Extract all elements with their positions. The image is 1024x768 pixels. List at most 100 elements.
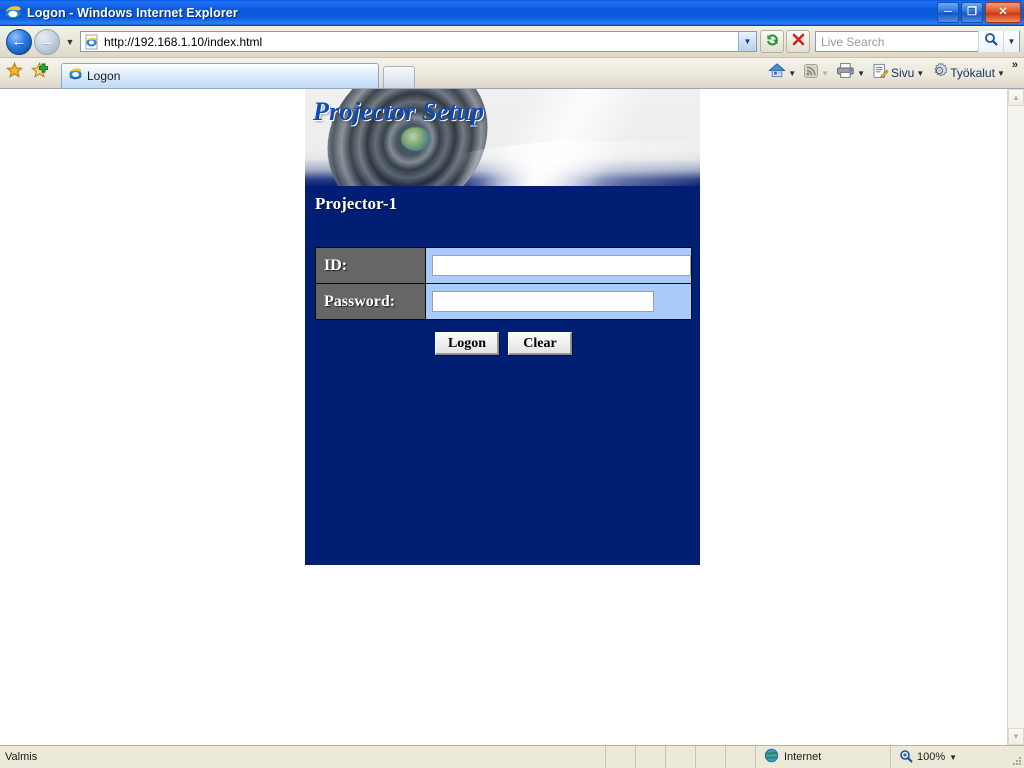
resize-grip[interactable] xyxy=(1010,746,1024,768)
minimize-button[interactable]: ─ xyxy=(937,2,959,23)
refresh-icon xyxy=(765,32,780,52)
status-text: Valmis xyxy=(5,751,38,763)
search-icon xyxy=(984,32,998,51)
minimize-icon: ─ xyxy=(944,6,952,18)
status-separator xyxy=(665,745,695,768)
printer-icon xyxy=(836,62,855,84)
home-icon xyxy=(768,62,786,84)
projector-setup-panel: Projector Setup Projector-1 ID: Password… xyxy=(305,89,700,565)
close-icon: ✕ xyxy=(998,6,1008,18)
vertical-scrollbar[interactable]: ▲ ▼ xyxy=(1007,89,1024,745)
tools-dropdown-icon[interactable]: ▼ xyxy=(997,69,1005,78)
toolbar-overflow-button[interactable]: » xyxy=(1012,59,1018,71)
scroll-up-button[interactable]: ▲ xyxy=(1008,89,1024,106)
tab-logon[interactable]: Logon xyxy=(61,63,379,88)
print-button[interactable]: ▼ xyxy=(834,62,867,84)
zoom-dropdown-icon[interactable]: ▼ xyxy=(949,753,957,762)
forward-arrow-icon: → xyxy=(39,33,55,50)
stop-button[interactable] xyxy=(786,30,810,53)
feeds-button[interactable]: ▼ xyxy=(801,62,831,84)
search-box[interactable]: Live Search ▼ xyxy=(815,31,1020,52)
star-icon xyxy=(6,61,23,78)
page-menu-button[interactable]: Sivu ▼ xyxy=(870,62,926,84)
page-favicon-icon xyxy=(84,34,100,50)
feeds-dropdown-icon: ▼ xyxy=(821,68,830,78)
id-row: ID: xyxy=(315,247,692,284)
zoom-control[interactable]: 100% ▼ xyxy=(890,745,1010,768)
login-form-table: ID: Password: xyxy=(315,247,692,320)
home-dropdown-icon[interactable]: ▼ xyxy=(788,69,796,78)
gear-icon xyxy=(931,62,948,84)
window-title: Logon - Windows Internet Explorer xyxy=(27,5,238,20)
page-menu-label: Sivu xyxy=(890,66,915,80)
device-name: Projector-1 xyxy=(315,194,398,213)
status-separator xyxy=(695,745,725,768)
recent-pages-button[interactable]: ▼ xyxy=(63,37,77,47)
chevron-up-icon: ▲ xyxy=(1012,93,1020,102)
favorites-toolbar xyxy=(0,58,55,88)
zone-label: Internet xyxy=(784,751,822,763)
url-dropdown-button[interactable]: ▼ xyxy=(738,32,756,51)
status-separator xyxy=(725,745,755,768)
restore-button[interactable]: ❐ xyxy=(961,2,983,23)
print-dropdown-icon[interactable]: ▼ xyxy=(857,69,865,78)
forward-button[interactable]: → xyxy=(34,28,60,55)
search-options-button[interactable]: ▼ xyxy=(1003,31,1019,52)
page-banner: Projector Setup xyxy=(305,89,700,186)
restore-icon: ❐ xyxy=(967,6,977,18)
rss-feed-icon xyxy=(803,63,819,84)
logon-button[interactable]: Logon xyxy=(435,332,499,355)
page-icon xyxy=(872,63,889,84)
banner-title: Projector Setup xyxy=(313,97,485,126)
url-bar[interactable]: http://192.168.1.10/index.html ▼ xyxy=(80,31,757,52)
id-label: ID: xyxy=(324,256,348,274)
id-label-cell: ID: xyxy=(315,247,426,284)
globe-icon xyxy=(764,748,779,766)
tab-favicon-icon xyxy=(68,66,83,86)
id-input-cell xyxy=(425,247,692,284)
login-panel: Projector-1 ID: Password: Logon Clear xyxy=(305,186,700,565)
search-go-button[interactable] xyxy=(978,31,1003,52)
home-button[interactable]: ▼ xyxy=(766,62,798,84)
internet-explorer-icon xyxy=(4,4,22,22)
stop-icon xyxy=(791,32,806,52)
url-text: http://192.168.1.10/index.html xyxy=(104,34,263,49)
browser-window: Logon - Windows Internet Explorer ─ ❐ ✕ … xyxy=(0,0,1024,768)
clear-button[interactable]: Clear xyxy=(508,332,572,355)
zoom-level: 100% xyxy=(917,751,946,763)
security-zone[interactable]: Internet xyxy=(755,745,890,768)
refresh-button[interactable] xyxy=(760,30,784,53)
window-controls: ─ ❐ ✕ xyxy=(937,2,1021,23)
id-input[interactable] xyxy=(432,255,691,276)
chevron-down-icon: ▼ xyxy=(65,36,75,47)
title-bar: Logon - Windows Internet Explorer ─ ❐ ✕ xyxy=(0,0,1024,26)
password-row: Password: xyxy=(315,283,692,320)
address-bar: ← → ▼ http://192.168.1.10/index.html ▼ L… xyxy=(0,26,1024,58)
back-button[interactable]: ← xyxy=(6,28,32,55)
favorites-center-button[interactable] xyxy=(6,61,23,84)
chevron-down-icon: ▼ xyxy=(743,37,752,46)
tools-menu-button[interactable]: Työkalut ▼ xyxy=(929,62,1007,84)
password-input-cell xyxy=(425,283,692,320)
chevron-down-icon: ▼ xyxy=(1007,37,1016,46)
close-button[interactable]: ✕ xyxy=(985,2,1021,23)
web-page-content: Projector Setup Projector-1 ID: Password… xyxy=(0,89,1007,745)
chevron-down-icon: ▼ xyxy=(1012,732,1020,741)
status-separator xyxy=(605,745,635,768)
search-input[interactable]: Live Search xyxy=(816,35,978,49)
tab-label: Logon xyxy=(87,69,121,83)
tab-bar: Logon ▼ ▼ ▼ Sivu ▼ Työkalut ▼ » xyxy=(0,58,1024,89)
add-to-favorites-button[interactable] xyxy=(31,61,50,84)
scroll-down-button[interactable]: ▼ xyxy=(1008,728,1024,745)
form-buttons: Logon Clear xyxy=(315,332,692,355)
back-arrow-icon: ← xyxy=(11,33,27,50)
status-separator xyxy=(635,745,665,768)
password-input[interactable] xyxy=(432,291,654,312)
page-dropdown-icon[interactable]: ▼ xyxy=(916,69,924,78)
password-label: Password: xyxy=(324,292,396,310)
new-tab-button[interactable] xyxy=(383,66,415,88)
page-viewport: Projector Setup Projector-1 ID: Password… xyxy=(0,89,1024,745)
status-bar: Valmis Internet 100% ▼ xyxy=(0,745,1024,768)
password-label-cell: Password: xyxy=(315,283,426,320)
star-plus-icon xyxy=(31,61,49,78)
